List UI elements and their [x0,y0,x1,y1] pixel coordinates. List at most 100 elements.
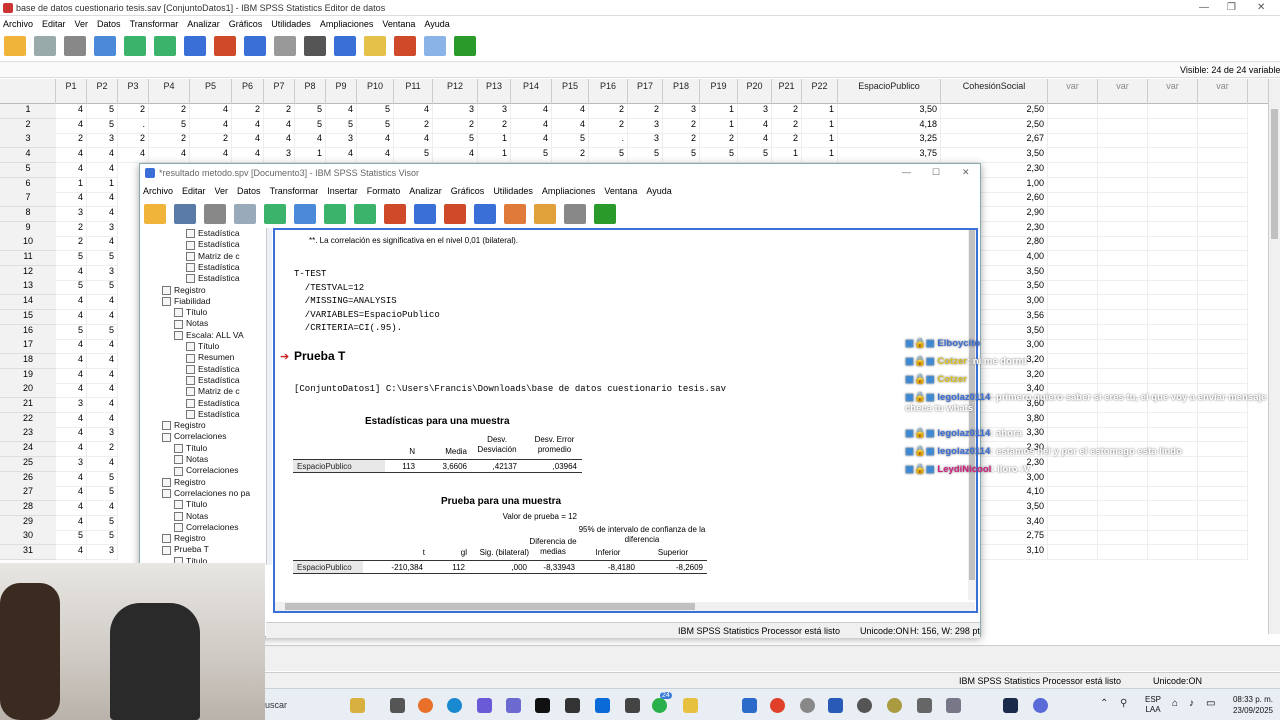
viewer-goto-case-icon[interactable] [384,203,406,224]
data-cell[interactable]: 5 [589,148,628,164]
row-number[interactable]: 24 [0,442,56,458]
column-header-p18[interactable]: P18 [663,79,700,104]
column-header-cohesiónsocial[interactable]: CohesiónSocial [941,79,1048,104]
data-cell[interactable]: 4 [56,265,87,281]
empty-var-cell[interactable] [1098,486,1148,502]
data-cell[interactable]: 5 [87,515,118,531]
app5-icon[interactable] [887,698,902,713]
outline-node[interactable]: Notas [174,511,208,521]
data-cell[interactable]: 2 [772,118,802,134]
outline-node[interactable]: Resumen [186,352,234,363]
empty-var-cell[interactable] [1198,162,1248,178]
data-cell[interactable]: 3 [87,221,118,237]
goto-case-icon[interactable] [184,35,206,56]
data-cell[interactable]: 5 [87,280,118,296]
empty-var-cell[interactable] [1148,486,1198,502]
data-cell[interactable]: 2 [149,133,190,149]
editor-menu-item-utilidades[interactable]: Utilidades [271,19,311,29]
column-header-espaciopublico[interactable]: EspacioPublico [838,79,941,104]
outline-node[interactable]: Matriz de c [186,386,240,397]
open-icon[interactable] [4,35,26,56]
empty-var-cell[interactable] [1098,133,1148,149]
data-cell[interactable]: 4 [56,309,87,325]
column-header-p9[interactable]: P9 [326,79,357,104]
empty-var-cell[interactable] [1148,236,1198,252]
empty-var-cell[interactable] [1048,118,1098,134]
row-number[interactable]: 18 [0,353,56,369]
data-cell[interactable]: 4 [190,118,232,134]
data-cell[interactable]: 5 [552,133,589,149]
close-button[interactable]: ✕ [1257,2,1265,13]
viewer-menu-item-ayuda[interactable]: Ayuda [646,186,671,196]
empty-var-cell[interactable] [1198,309,1248,325]
empty-var-cell[interactable] [1198,148,1248,164]
data-cell[interactable]: 5 [87,118,118,134]
outline-node[interactable]: Estadística [186,273,240,284]
app3-icon[interactable] [742,698,757,713]
outline-node[interactable]: Registro [162,533,206,544]
undo-icon[interactable] [124,35,146,56]
column-header-p16[interactable]: P16 [589,79,628,104]
outline-node[interactable]: Registro [162,285,206,295]
data-cell[interactable]: 5 [56,251,87,266]
row-number[interactable]: 28 [0,500,56,516]
data-cell[interactable]: 4 [56,192,87,208]
column-header-p21[interactable]: P21 [772,79,802,104]
data-cell[interactable]: 4 [149,148,190,164]
empty-var-cell[interactable] [1198,104,1248,119]
file-explorer-icon[interactable] [683,698,698,713]
data-cell[interactable]: 3 [87,133,118,149]
data-cell[interactable]: 2 [478,118,511,134]
row-number[interactable]: 11 [0,251,56,266]
empty-var-cell[interactable] [1198,133,1248,149]
empty-var-cell[interactable] [1148,133,1198,149]
editor-menu-item-editar[interactable]: Editar [42,19,66,29]
data-cell[interactable]: 4 [56,383,87,399]
data-cell[interactable]: 5 [738,148,772,164]
data-cell[interactable]: 1 [87,177,118,193]
empty-var-cell[interactable] [1198,265,1248,281]
data-cell[interactable]: 3 [738,104,772,119]
viewer-menu-item-utilidades[interactable]: Utilidades [493,186,533,196]
column-header-p8[interactable]: P8 [295,79,326,104]
data-cell[interactable]: 4 [190,148,232,164]
outline-node[interactable]: Título [174,443,207,453]
editor-menu-item-ver[interactable]: Ver [75,19,89,29]
data-cell[interactable]: 3 [628,118,663,134]
column-header-var[interactable]: var [1048,79,1098,104]
row-number[interactable]: 16 [0,324,56,340]
viewer-open-icon[interactable] [144,203,166,224]
empty-var-cell[interactable] [1148,545,1198,560]
empty-var-cell[interactable] [1098,236,1148,252]
empty-var-cell[interactable] [1148,206,1198,222]
data-cell[interactable]: 1 [56,177,87,193]
empty-var-cell[interactable] [1148,295,1198,311]
data-cell[interactable]: 4 [87,456,118,472]
row-number[interactable]: 22 [0,412,56,428]
data-cell[interactable]: 2 [190,133,232,149]
editor-menu-item-ampliaciones[interactable]: Ampliaciones [320,19,374,29]
data-cell[interactable]: 2 [149,104,190,119]
empty-var-cell[interactable] [1148,104,1198,119]
data-cell[interactable]: 4 [326,148,357,164]
data-cell[interactable]: 3 [56,206,87,222]
data-cell[interactable]: 4 [511,133,552,149]
tray-chevron-icon[interactable]: ⌃ [1100,698,1108,709]
empty-var-cell[interactable] [1048,148,1098,164]
editor-menu-item-transformar[interactable]: Transformar [130,19,179,29]
data-cell[interactable]: 4 [56,104,87,119]
empty-var-cell[interactable] [1148,500,1198,516]
data-cell[interactable]: 4 [56,500,87,516]
editor-menu-item-gráficos[interactable]: Gráficos [229,19,263,29]
data-cell[interactable]: 4 [87,398,118,413]
row-number[interactable]: 1 [0,104,56,119]
data-cell[interactable]: 4 [87,192,118,208]
data-cell[interactable]: 4 [295,133,326,149]
empty-var-cell[interactable] [1198,177,1248,193]
row-number[interactable]: 14 [0,295,56,311]
data-cell[interactable]: 2 [87,442,118,458]
data-cell[interactable]: 5 [87,486,118,502]
empty-var-cell[interactable] [1148,530,1198,546]
app2-icon[interactable] [625,698,640,713]
empty-var-cell[interactable] [1048,133,1098,149]
